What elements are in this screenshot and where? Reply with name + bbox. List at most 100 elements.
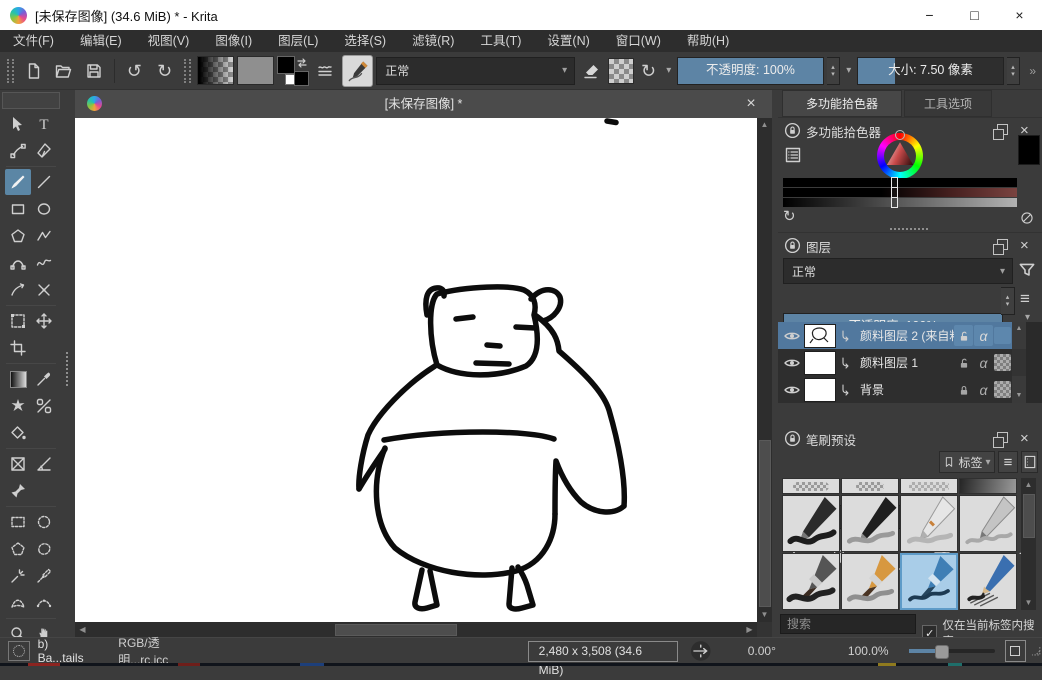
- menu-tools[interactable]: 工具(T): [467, 30, 534, 52]
- spin-down-icon[interactable]: ▾: [1006, 301, 1010, 308]
- tool-edit-shapes[interactable]: [5, 138, 31, 164]
- background-color-swatch[interactable]: [294, 71, 309, 86]
- image-dimensions[interactable]: 2,480 x 3,508 (34.6 MiB): [528, 641, 679, 662]
- brush-preset-cell[interactable]: [782, 553, 840, 610]
- reload-preset-button[interactable]: ↻: [637, 57, 660, 85]
- layer-options-menu-icon[interactable]: ≡: [1020, 290, 1030, 307]
- zoom-slider-thumb[interactable]: [935, 645, 949, 659]
- layer-alpha-lock[interactable]: α: [974, 325, 993, 346]
- scroll-right-icon[interactable]: ▶: [742, 622, 757, 637]
- tags-button[interactable]: 标签 ▾: [939, 451, 995, 473]
- zoom-percentage[interactable]: 100.0%: [848, 644, 889, 658]
- spin-down-icon[interactable]: ▾: [831, 71, 835, 78]
- document-tab-bar[interactable]: [未保存图像] * ×: [75, 90, 772, 119]
- scroll-left-icon[interactable]: ◀: [75, 622, 90, 637]
- presets-scrollbar[interactable]: ▲ ▼: [1021, 478, 1036, 610]
- tool-text[interactable]: T: [31, 111, 57, 137]
- tool-rectangle[interactable]: [5, 196, 31, 222]
- brush-size-spinner[interactable]: ▴ ▾: [1007, 57, 1021, 85]
- toolbar-overflow-button[interactable]: »: [1023, 64, 1042, 78]
- rotation-dial-icon[interactable]: [690, 640, 712, 662]
- brush-size-slider[interactable]: 大小: 7.50 像素: [857, 57, 1003, 85]
- tool-transform[interactable]: [5, 308, 31, 334]
- brush-preset-cell[interactable]: [782, 495, 840, 552]
- brush-preset-cell[interactable]: [959, 478, 1017, 494]
- close-docker-icon[interactable]: ×: [1020, 238, 1029, 253]
- layer-opacity-spinner[interactable]: ▴ ▾: [1001, 287, 1015, 315]
- menu-select[interactable]: 选择(S): [331, 30, 399, 52]
- layer-row-paint-2[interactable]: 颜料图层 2 (来自粘贴) α ▲: [778, 322, 1026, 350]
- color-wheel[interactable]: [877, 133, 923, 179]
- value-bar-1[interactable]: [783, 178, 1017, 187]
- brush-editor-button[interactable]: [342, 55, 373, 87]
- tool-assistants[interactable]: [5, 451, 31, 477]
- layers-header[interactable]: 图层 ×: [778, 234, 1042, 256]
- tool-color-sampler[interactable]: [31, 366, 57, 392]
- presets-menu-button[interactable]: ≡: [998, 451, 1018, 473]
- tool-crop[interactable]: [5, 335, 31, 361]
- lock-docker-icon[interactable]: [784, 122, 801, 139]
- horizontal-scroll-thumb[interactable]: [335, 624, 457, 636]
- tool-reference-images[interactable]: [5, 478, 31, 504]
- spin-up-icon[interactable]: ▴: [1011, 64, 1015, 71]
- minimize-button[interactable]: −: [907, 0, 952, 30]
- redo-button[interactable]: ↻: [151, 57, 178, 85]
- selection-mode-button[interactable]: [8, 641, 30, 661]
- layer-row-paint-1[interactable]: 颜料图层 1 α: [778, 349, 1026, 377]
- brush-preset-cell[interactable]: [900, 495, 958, 552]
- brush-preset-cell[interactable]: [841, 495, 899, 552]
- new-document-button[interactable]: [20, 57, 47, 85]
- tool-select-shapes[interactable]: [5, 111, 31, 137]
- presets-scroll-thumb[interactable]: [1023, 494, 1035, 538]
- selector-settings-icon[interactable]: [784, 146, 802, 164]
- layer-scroll-up[interactable]: ▲: [1012, 322, 1026, 349]
- current-color-swatch[interactable]: [1018, 135, 1040, 165]
- pattern-chooser[interactable]: [237, 56, 274, 85]
- open-document-button[interactable]: [50, 57, 77, 85]
- layer-lock-icon[interactable]: [954, 379, 973, 400]
- layer-thumbnail[interactable]: [804, 324, 836, 348]
- layer-thumbnail[interactable]: [804, 378, 836, 402]
- tool-polygon[interactable]: [5, 223, 31, 249]
- tool-rectangular-select[interactable]: [5, 509, 31, 535]
- brush-preset-cell-selected[interactable]: [900, 553, 958, 610]
- spin-down-icon[interactable]: ▾: [1011, 71, 1015, 78]
- layer-row-background[interactable]: 背景 α ▼: [778, 376, 1026, 403]
- document-close-icon[interactable]: ×: [740, 90, 762, 118]
- value-bar-3[interactable]: [783, 198, 1017, 207]
- tab-tool-options[interactable]: 工具选项: [904, 90, 992, 117]
- tool-freehand-path[interactable]: [31, 250, 57, 276]
- menu-filter[interactable]: 滤镜(R): [399, 30, 467, 52]
- spin-up-icon[interactable]: ▴: [1006, 294, 1010, 301]
- tool-gradient[interactable]: [5, 366, 31, 392]
- tool-similar-color-select[interactable]: [31, 563, 57, 589]
- close-docker-icon[interactable]: ×: [1020, 431, 1029, 446]
- menu-help[interactable]: 帮助(H): [674, 30, 742, 52]
- menu-settings[interactable]: 设置(N): [534, 30, 602, 52]
- blending-mode-dropdown[interactable]: 正常 ▾: [376, 57, 575, 85]
- layer-lock-icon[interactable]: [954, 352, 973, 373]
- foreground-background-colors[interactable]: [277, 56, 308, 86]
- brush-preset-cell[interactable]: [959, 495, 1017, 552]
- gradient-chooser[interactable]: [197, 56, 234, 85]
- layer-thumbnail[interactable]: [804, 351, 836, 375]
- tool-elliptical-select[interactable]: [31, 509, 57, 535]
- layer-scroll-track[interactable]: [1012, 349, 1026, 376]
- tool-pattern-edit[interactable]: [5, 393, 31, 419]
- display-mode-button[interactable]: [1021, 451, 1038, 473]
- tool-contiguous-select[interactable]: [5, 563, 31, 589]
- tool-magnetic-select[interactable]: [31, 590, 57, 616]
- layer-blending-dropdown[interactable]: 正常 ▾: [783, 258, 1013, 284]
- tool-smart-patch[interactable]: [31, 393, 57, 419]
- brush-preset-cell[interactable]: [959, 553, 1017, 610]
- menu-edit[interactable]: 编辑(E): [67, 30, 135, 52]
- layer-inherit-alpha[interactable]: [994, 327, 1011, 344]
- tool-freehand-select[interactable]: [31, 536, 57, 562]
- toolbox-title-handle[interactable]: [2, 92, 60, 109]
- foreground-color-swatch[interactable]: [277, 56, 295, 74]
- save-button[interactable]: [81, 57, 108, 85]
- layer-inherit-alpha[interactable]: [994, 381, 1011, 398]
- layer-lock-icon[interactable]: [954, 325, 973, 346]
- brush-preset-cell[interactable]: [900, 478, 958, 494]
- layer-filter-funnel-icon[interactable]: [1017, 259, 1037, 281]
